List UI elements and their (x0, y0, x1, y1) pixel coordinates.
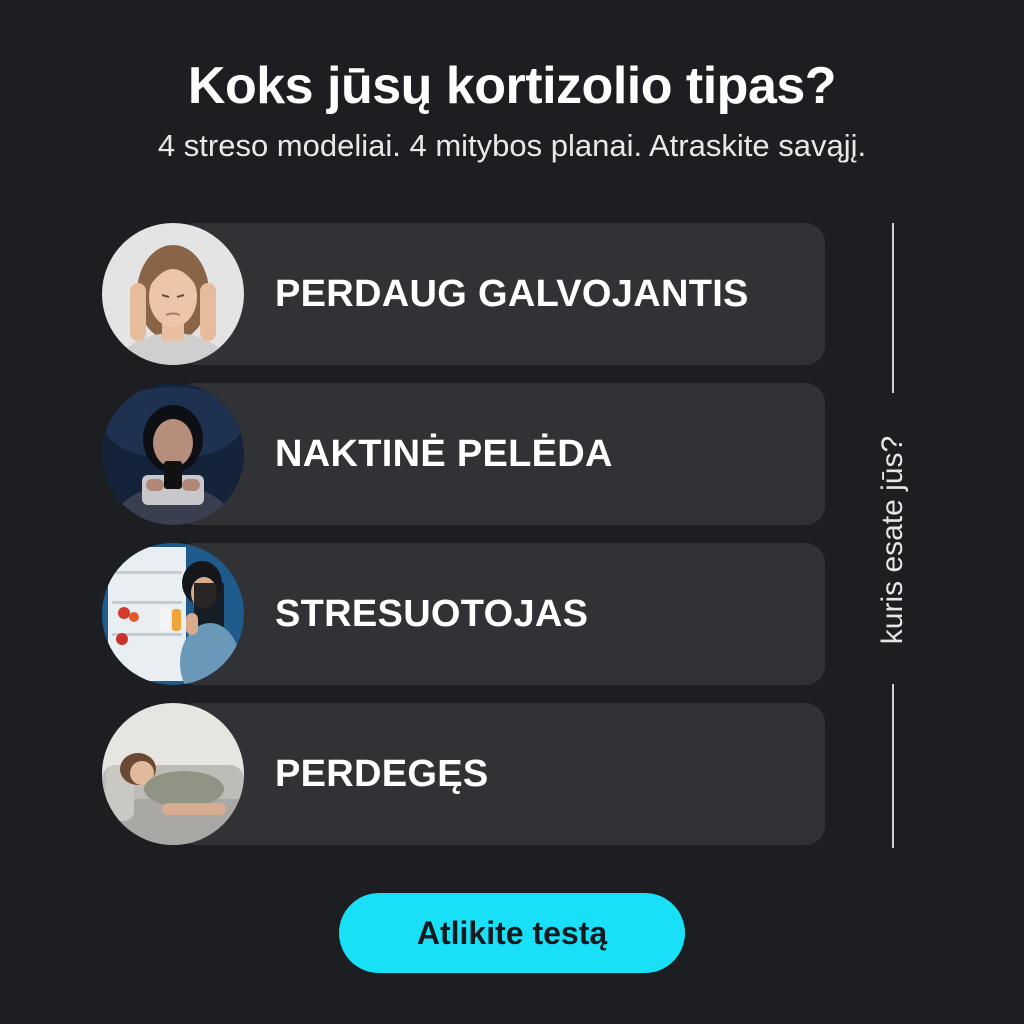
woman-holding-head-photo (102, 223, 244, 365)
type-card-overthinker[interactable]: PERDAUG GALVOJANTIS (175, 223, 825, 365)
type-card-label: PERDAUG GALVOJANTIS (275, 273, 749, 315)
page-title: Koks jūsų kortizolio tipas? (187, 57, 837, 115)
type-card-night-owl[interactable]: NAKTINĖ PELĖDA (175, 383, 825, 525)
take-test-button[interactable]: Atlikite testą (339, 893, 685, 973)
woman-using-phone-in-bed-photo (102, 383, 244, 525)
divider-line-bottom (892, 684, 894, 848)
type-card-burned-out[interactable]: PERDEGĘS (175, 703, 825, 845)
type-card-label: STRESUOTOJAS (275, 593, 589, 635)
type-card-label: PERDEGĘS (275, 753, 489, 795)
side-question-label: kuris esate jūs? (876, 435, 909, 645)
divider-line-top (892, 223, 894, 393)
page-subtitle: 4 streso modeliai. 4 mitybos planai. Atr… (157, 128, 867, 163)
woman-lying-on-sofa-photo (102, 703, 244, 845)
quiz-page: Koks jūsų kortizolio tipas? 4 streso mod… (0, 0, 1024, 1024)
type-card-label: NAKTINĖ PELĖDA (275, 433, 613, 475)
woman-at-open-fridge-photo (102, 543, 244, 685)
type-card-stress-eater[interactable]: STRESUOTOJAS (175, 543, 825, 685)
